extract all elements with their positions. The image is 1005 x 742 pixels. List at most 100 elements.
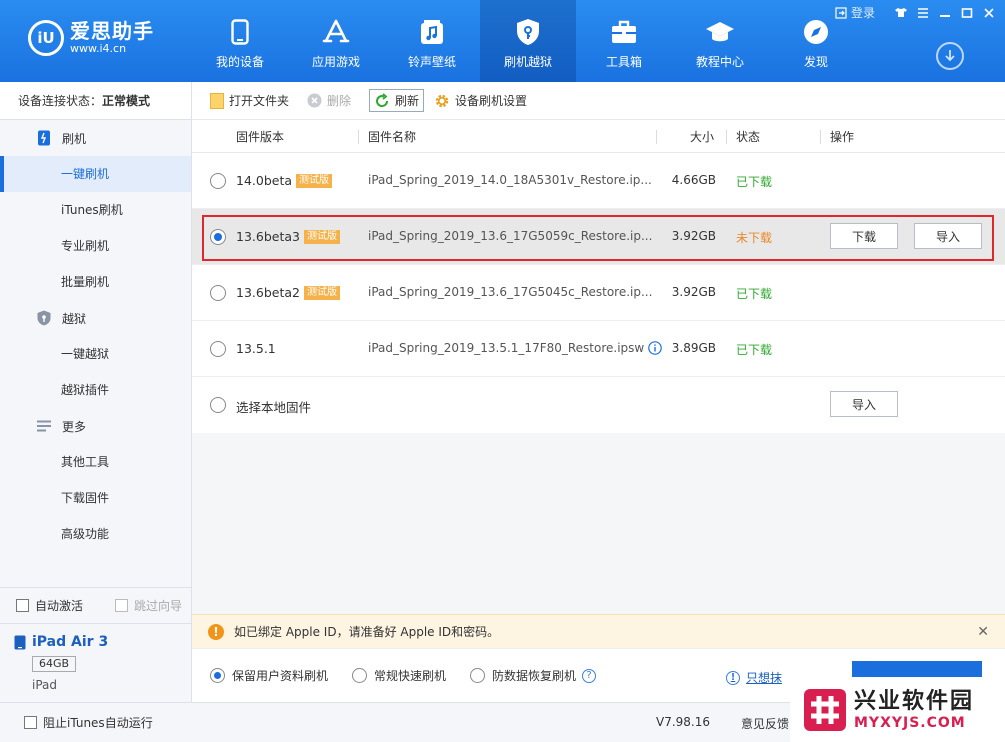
login-link[interactable]: 登录: [835, 4, 875, 21]
sidebar-item-batch-flash[interactable]: 批量刷机: [0, 264, 191, 300]
minimize-icon: [940, 14, 950, 17]
col-status: 状态: [736, 129, 761, 144]
nav-flash-jailbreak[interactable]: 刷机越狱: [480, 0, 576, 82]
shield-key-icon: [513, 17, 543, 47]
sidebar-item-advanced[interactable]: 高级功能: [0, 516, 191, 552]
mode-quick-flash-radio[interactable]: [352, 668, 368, 683]
music-icon: [417, 17, 447, 47]
window-controls: 登录: [835, 4, 999, 21]
list-icon: [36, 418, 52, 434]
app-logo: iU 爱思助手 www.i4.cn: [28, 20, 154, 56]
maximize-icon: [961, 7, 973, 18]
phone-icon: [225, 17, 255, 47]
skin-button[interactable]: [891, 5, 911, 21]
auto-options: 自动激活 跳过向导: [0, 588, 191, 624]
refresh-button[interactable]: 刷新: [369, 89, 425, 112]
erase-only-link[interactable]: ! 只想抹: [726, 669, 782, 686]
nav-toolbox[interactable]: 工具箱: [576, 0, 672, 82]
nav-apps-games[interactable]: 应用游戏: [288, 0, 384, 82]
flash-settings-button[interactable]: 设备刷机设置: [434, 92, 527, 109]
device-name: iPad Air 3: [32, 634, 109, 650]
close-window-button[interactable]: [979, 5, 999, 21]
sidebar-group-flash[interactable]: 刷机: [0, 120, 191, 156]
firmware-name: iPad_Spring_2019_14.0_18A5301v_Restore.i…: [368, 173, 652, 187]
firmware-size: 4.66GB: [671, 173, 716, 187]
beta-badge: 测试版: [303, 285, 340, 300]
mode-anti-recovery[interactable]: 防数据恢复刷机 ?: [470, 667, 597, 684]
sidebar-group-jailbreak[interactable]: 越狱: [0, 300, 191, 336]
sidebar-item-one-click-jailbreak[interactable]: 一键越狱: [0, 336, 191, 372]
firmware-radio[interactable]: [210, 341, 226, 357]
col-version: 固件版本: [236, 129, 285, 144]
app-name: 爱思助手: [70, 19, 154, 43]
local-import-button[interactable]: 导入: [830, 391, 898, 417]
firmware-size: 3.92GB: [671, 285, 716, 299]
firmware-size: 3.92GB: [671, 229, 716, 243]
nav-ringtones-wallpapers[interactable]: 铃声壁纸: [384, 0, 480, 82]
firmware-name: iPad_Spring_2019_13.6_17G5045c_Restore.i…: [368, 285, 653, 299]
mode-quick-flash[interactable]: 常规快速刷机: [352, 667, 446, 684]
firmware-version: 13.5.1: [236, 341, 276, 356]
folder-icon: [210, 92, 224, 109]
sidebar-item-one-click-flash[interactable]: 一键刷机: [0, 156, 191, 192]
local-firmware-row[interactable]: 选择本地固件 导入: [192, 377, 1005, 433]
skip-guide-checkbox[interactable]: [115, 599, 129, 612]
sidebar-item-pro-flash[interactable]: 专业刷机: [0, 228, 191, 264]
download-button[interactable]: 下载: [830, 223, 898, 249]
firmware-row[interactable]: 13.6beta2 测试版 iPad_Spring_2019_13.6_17G50…: [192, 265, 1005, 321]
beta-badge: 测试版: [303, 229, 340, 244]
logo-mark: iU: [28, 20, 64, 56]
menu-button[interactable]: [913, 5, 933, 21]
shirt-icon: [895, 8, 907, 17]
skip-guide-label: 跳过向导: [134, 599, 183, 613]
toolbar: 打开文件夹 删除 刷新 设备刷机设置: [192, 82, 1005, 120]
apple-id-notice: ! 如已绑定 Apple ID，请准备好 Apple ID和密码。 ✕: [192, 614, 1005, 648]
help-icon[interactable]: ?: [582, 668, 597, 683]
firmware-row[interactable]: 13.5.1 iPad_Spring_2019_13.5.1_17F80_Res…: [192, 321, 1005, 377]
sidebar-item-download-firmware[interactable]: 下载固件: [0, 480, 191, 516]
firmware-status: 已下载: [736, 287, 773, 301]
firmware-radio[interactable]: [210, 173, 226, 189]
sidebar-group-more[interactable]: 更多: [0, 408, 191, 444]
block-itunes-option[interactable]: 阻止iTunes自动运行: [0, 714, 153, 731]
close-notice-icon[interactable]: ✕: [977, 624, 989, 640]
device-capacity-badge: 64GB: [32, 656, 77, 672]
main-nav: 我的设备 应用游戏 铃声壁纸 刷机越狱 工具箱 教程中心 发现: [192, 0, 864, 82]
connection-mode: 正常模式: [102, 94, 151, 108]
import-button[interactable]: 导入: [914, 223, 982, 249]
info-icon[interactable]: [648, 341, 663, 355]
firmware-row-selected[interactable]: 13.6beta3 测试版 iPad_Spring_2019_13.6_17G50…: [192, 209, 1005, 265]
app-store-icon: [321, 17, 351, 47]
maximize-button[interactable]: [957, 5, 977, 21]
firmware-row[interactable]: 14.0beta 测试版 iPad_Spring_2019_14.0_18A530…: [192, 153, 1005, 209]
firmware-name: iPad_Spring_2019_13.6_17G5059c_Restore.i…: [368, 229, 653, 243]
mode-anti-recovery-radio[interactable]: [470, 668, 486, 683]
device-ipad-icon: [14, 635, 26, 649]
open-folder-button[interactable]: 打开文件夹: [210, 92, 289, 109]
warning-icon: !: [208, 623, 224, 640]
mode-keep-data[interactable]: 保留用户资料刷机: [210, 667, 328, 684]
mode-keep-data-radio[interactable]: [210, 668, 225, 683]
firmware-status: 已下载: [736, 343, 773, 357]
sidebar-item-itunes-flash[interactable]: iTunes刷机: [0, 192, 191, 228]
firmware-table-header: 固件版本 固件名称 大小 状态 操作: [192, 120, 1005, 153]
info-circle-icon: !: [726, 670, 740, 685]
auto-activate-checkbox[interactable]: [16, 599, 29, 612]
beta-badge: 测试版: [296, 173, 333, 188]
shield-icon: [36, 310, 52, 326]
app-version: V7.98.16: [656, 715, 711, 729]
feedback-link[interactable]: 意见反馈: [741, 715, 789, 732]
nav-my-device[interactable]: 我的设备: [192, 0, 288, 82]
app-header: iU 爱思助手 www.i4.cn 我的设备 应用游戏 铃声壁纸 刷机越狱 工具…: [0, 0, 1005, 82]
firmware-radio[interactable]: [210, 229, 226, 245]
firmware-radio[interactable]: [210, 285, 226, 301]
minimize-button[interactable]: [935, 5, 955, 21]
local-firmware-radio[interactable]: [210, 397, 226, 413]
delete-button[interactable]: 删除: [307, 92, 351, 109]
firmware-version: 13.6beta3: [236, 229, 300, 244]
block-itunes-checkbox[interactable]: [24, 716, 37, 729]
sidebar-item-jailbreak-plugins[interactable]: 越狱插件: [0, 372, 191, 408]
sidebar-item-other-tools[interactable]: 其他工具: [0, 444, 191, 480]
nav-tutorial-center[interactable]: 教程中心: [672, 0, 768, 82]
download-manager-icon[interactable]: [936, 42, 964, 70]
